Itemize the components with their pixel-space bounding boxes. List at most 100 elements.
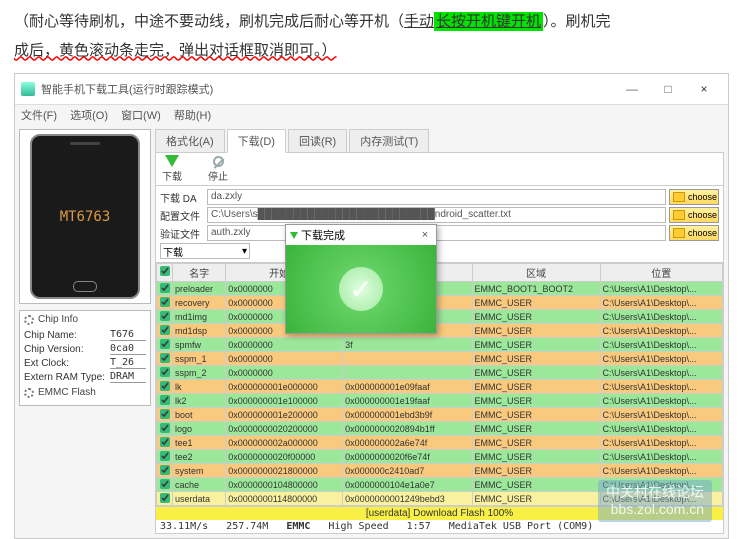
row-checkbox[interactable] bbox=[160, 311, 170, 321]
row-checkbox[interactable] bbox=[160, 465, 170, 475]
table-row[interactable]: userdata0x00000001148000000x000000000124… bbox=[157, 492, 723, 506]
cell-region: EMMC_USER bbox=[472, 324, 600, 338]
menu-window[interactable]: 窗口(W) bbox=[121, 110, 161, 122]
dialog-close-button[interactable]: × bbox=[418, 228, 432, 242]
table-row[interactable]: md1dsp0x00000003fEMMC_USERC:\Users\A1\De… bbox=[157, 324, 723, 338]
cell-end: 0x000000001e09faaf bbox=[343, 380, 472, 394]
window-title: 智能手机下载工具(运行时跟踪模式) bbox=[41, 81, 614, 97]
tab-download[interactable]: 下载(D) bbox=[227, 129, 286, 153]
cell-name: logo bbox=[173, 422, 226, 436]
maximize-button[interactable]: □ bbox=[650, 78, 686, 100]
table-row[interactable]: tee10x000000002a0000000x000000002a6e74fE… bbox=[157, 436, 723, 450]
cell-start: 0x000000002a000000 bbox=[226, 436, 343, 450]
cell-name: recovery bbox=[173, 296, 226, 310]
minimize-button[interactable]: — bbox=[614, 78, 650, 100]
table-row[interactable]: tee20x0000000020f000000x0000000020f6e74f… bbox=[157, 450, 723, 464]
cell-location: C:\Users\A1\Desktop\... bbox=[600, 324, 722, 338]
row-checkbox[interactable] bbox=[160, 479, 170, 489]
tab-readback[interactable]: 回读(R) bbox=[288, 129, 347, 152]
row-checkbox[interactable] bbox=[160, 381, 170, 391]
table-row[interactable]: lk20x000000001e1000000x000000001e19faafE… bbox=[157, 394, 723, 408]
choose-scatter-button[interactable]: choose bbox=[669, 207, 719, 223]
cell-region: EMMC_USER bbox=[472, 380, 600, 394]
cell-name: cache bbox=[173, 478, 226, 492]
table-row[interactable]: spmfw0x00000003fEMMC_USERC:\Users\A1\Des… bbox=[157, 338, 723, 352]
row-checkbox[interactable] bbox=[160, 451, 170, 461]
cell-region: EMMC_USER bbox=[472, 464, 600, 478]
cell-start: 0x0000000021800000 bbox=[226, 464, 343, 478]
row-checkbox[interactable] bbox=[160, 409, 170, 419]
cell-name: boot bbox=[173, 408, 226, 422]
stop-button[interactable]: 停止 bbox=[208, 156, 228, 183]
table-row[interactable]: lk0x000000001e0000000x000000001e09faafEM… bbox=[157, 380, 723, 394]
menu-file[interactable]: 文件(F) bbox=[21, 110, 57, 122]
cell-end: 3f bbox=[343, 338, 472, 352]
check-all[interactable] bbox=[157, 264, 173, 282]
col-name: 名字 bbox=[173, 264, 226, 282]
cell-end: 0x0000000020f6e74f bbox=[343, 450, 472, 464]
scatter-label: 配置文件 bbox=[160, 208, 204, 223]
table-row[interactable]: system0x00000000218000000x000000c2410ad7… bbox=[157, 464, 723, 478]
download-button[interactable]: 下载 bbox=[162, 155, 182, 183]
table-row[interactable]: recovery0x0000000b9fEMMC_USERC:\Users\A1… bbox=[157, 296, 723, 310]
row-checkbox[interactable] bbox=[160, 353, 170, 363]
cell-region: EMMC_USER bbox=[472, 310, 600, 324]
table-row[interactable]: md1img0x0000000dfEMMC_USERC:\Users\A1\De… bbox=[157, 310, 723, 324]
gear-icon bbox=[24, 388, 34, 398]
cell-location: C:\Users\A1\Desktop\... bbox=[600, 450, 722, 464]
table-row[interactable]: sspm_20x0000000EMMC_USERC:\Users\A1\Desk… bbox=[157, 366, 723, 380]
table-row[interactable]: logo0x00000000202000000x0000000020894b1f… bbox=[157, 422, 723, 436]
gear-icon bbox=[24, 315, 34, 325]
cell-end: 0x000000001e19faaf bbox=[343, 394, 472, 408]
cell-location: C:\Users\A1\Desktop\... bbox=[600, 422, 722, 436]
mode-dropdown[interactable]: 下载▾ bbox=[160, 243, 250, 259]
cell-region: EMMC_USER bbox=[472, 478, 600, 492]
title-bar: 智能手机下载工具(运行时跟踪模式) — □ × bbox=[15, 74, 728, 105]
da-input[interactable]: da.zxly bbox=[207, 189, 666, 205]
row-checkbox[interactable] bbox=[160, 297, 170, 307]
folder-icon bbox=[673, 210, 685, 220]
app-icon bbox=[21, 82, 35, 96]
choose-da-button[interactable]: choose bbox=[669, 189, 719, 205]
scatter-input[interactable]: C:\Users\s█████████████████████████ndroi… bbox=[207, 207, 666, 223]
cell-region: EMMC_USER bbox=[472, 422, 600, 436]
close-button[interactable]: × bbox=[686, 78, 722, 100]
table-row[interactable]: boot0x000000001e2000000x000000001ebd3b9f… bbox=[157, 408, 723, 422]
cell-location: C:\Users\A1\Desktop\... bbox=[600, 310, 722, 324]
table-row[interactable]: preloader0x000000003EMMC_BOOT1_BOOT2C:\U… bbox=[157, 282, 723, 296]
row-checkbox[interactable] bbox=[160, 423, 170, 433]
cell-location: C:\Users\A1\Desktop\... bbox=[600, 282, 722, 296]
row-checkbox[interactable] bbox=[160, 339, 170, 349]
dialog-title: 下载完成 bbox=[301, 227, 345, 243]
row-checkbox[interactable] bbox=[160, 437, 170, 447]
status-speed: 33.11M/s bbox=[160, 521, 208, 532]
table-row[interactable]: cache0x00000001048000000x0000000104e1a0e… bbox=[157, 478, 723, 492]
cell-start: 0x0000000104800000 bbox=[226, 478, 343, 492]
cell-region: EMMC_BOOT1_BOOT2 bbox=[472, 282, 600, 296]
menu-options[interactable]: 选项(O) bbox=[70, 110, 108, 122]
cell-start: 0x0000000020f00000 bbox=[226, 450, 343, 464]
status-bar: [userdata] Download Flash 100% 33.11M/s … bbox=[155, 507, 724, 534]
row-checkbox[interactable] bbox=[160, 367, 170, 377]
tab-memtest[interactable]: 内存测试(T) bbox=[349, 129, 429, 152]
cell-location: C:\Users\A1\Desktop\... bbox=[600, 478, 722, 492]
choose-auth-button[interactable]: choose bbox=[669, 225, 719, 241]
stop-icon bbox=[213, 156, 224, 167]
cell-end: 0x0000000104e1a0e7 bbox=[343, 478, 472, 492]
menu-bar: 文件(F) 选项(O) 窗口(W) 帮助(H) bbox=[15, 105, 728, 125]
menu-help[interactable]: 帮助(H) bbox=[174, 110, 211, 122]
row-checkbox[interactable] bbox=[160, 493, 170, 503]
cell-region: EMMC_USER bbox=[472, 450, 600, 464]
row-checkbox[interactable] bbox=[160, 283, 170, 293]
row-checkbox[interactable] bbox=[160, 395, 170, 405]
cell-region: EMMC_USER bbox=[472, 296, 600, 310]
table-row[interactable]: sspm_10x0000000EMMC_USERC:\Users\A1\Desk… bbox=[157, 352, 723, 366]
cell-name: tee2 bbox=[173, 450, 226, 464]
auth-label: 验证文件 bbox=[160, 226, 204, 241]
app-window: 智能手机下载工具(运行时跟踪模式) — □ × 文件(F) 选项(O) 窗口(W… bbox=[14, 73, 729, 539]
cell-location: C:\Users\A1\Desktop\... bbox=[600, 352, 722, 366]
cell-end: 0x0000000001249bebd3 bbox=[343, 492, 472, 506]
row-checkbox[interactable] bbox=[160, 325, 170, 335]
tab-format[interactable]: 格式化(A) bbox=[155, 129, 225, 152]
cell-end: 0x000000002a6e74f bbox=[343, 436, 472, 450]
